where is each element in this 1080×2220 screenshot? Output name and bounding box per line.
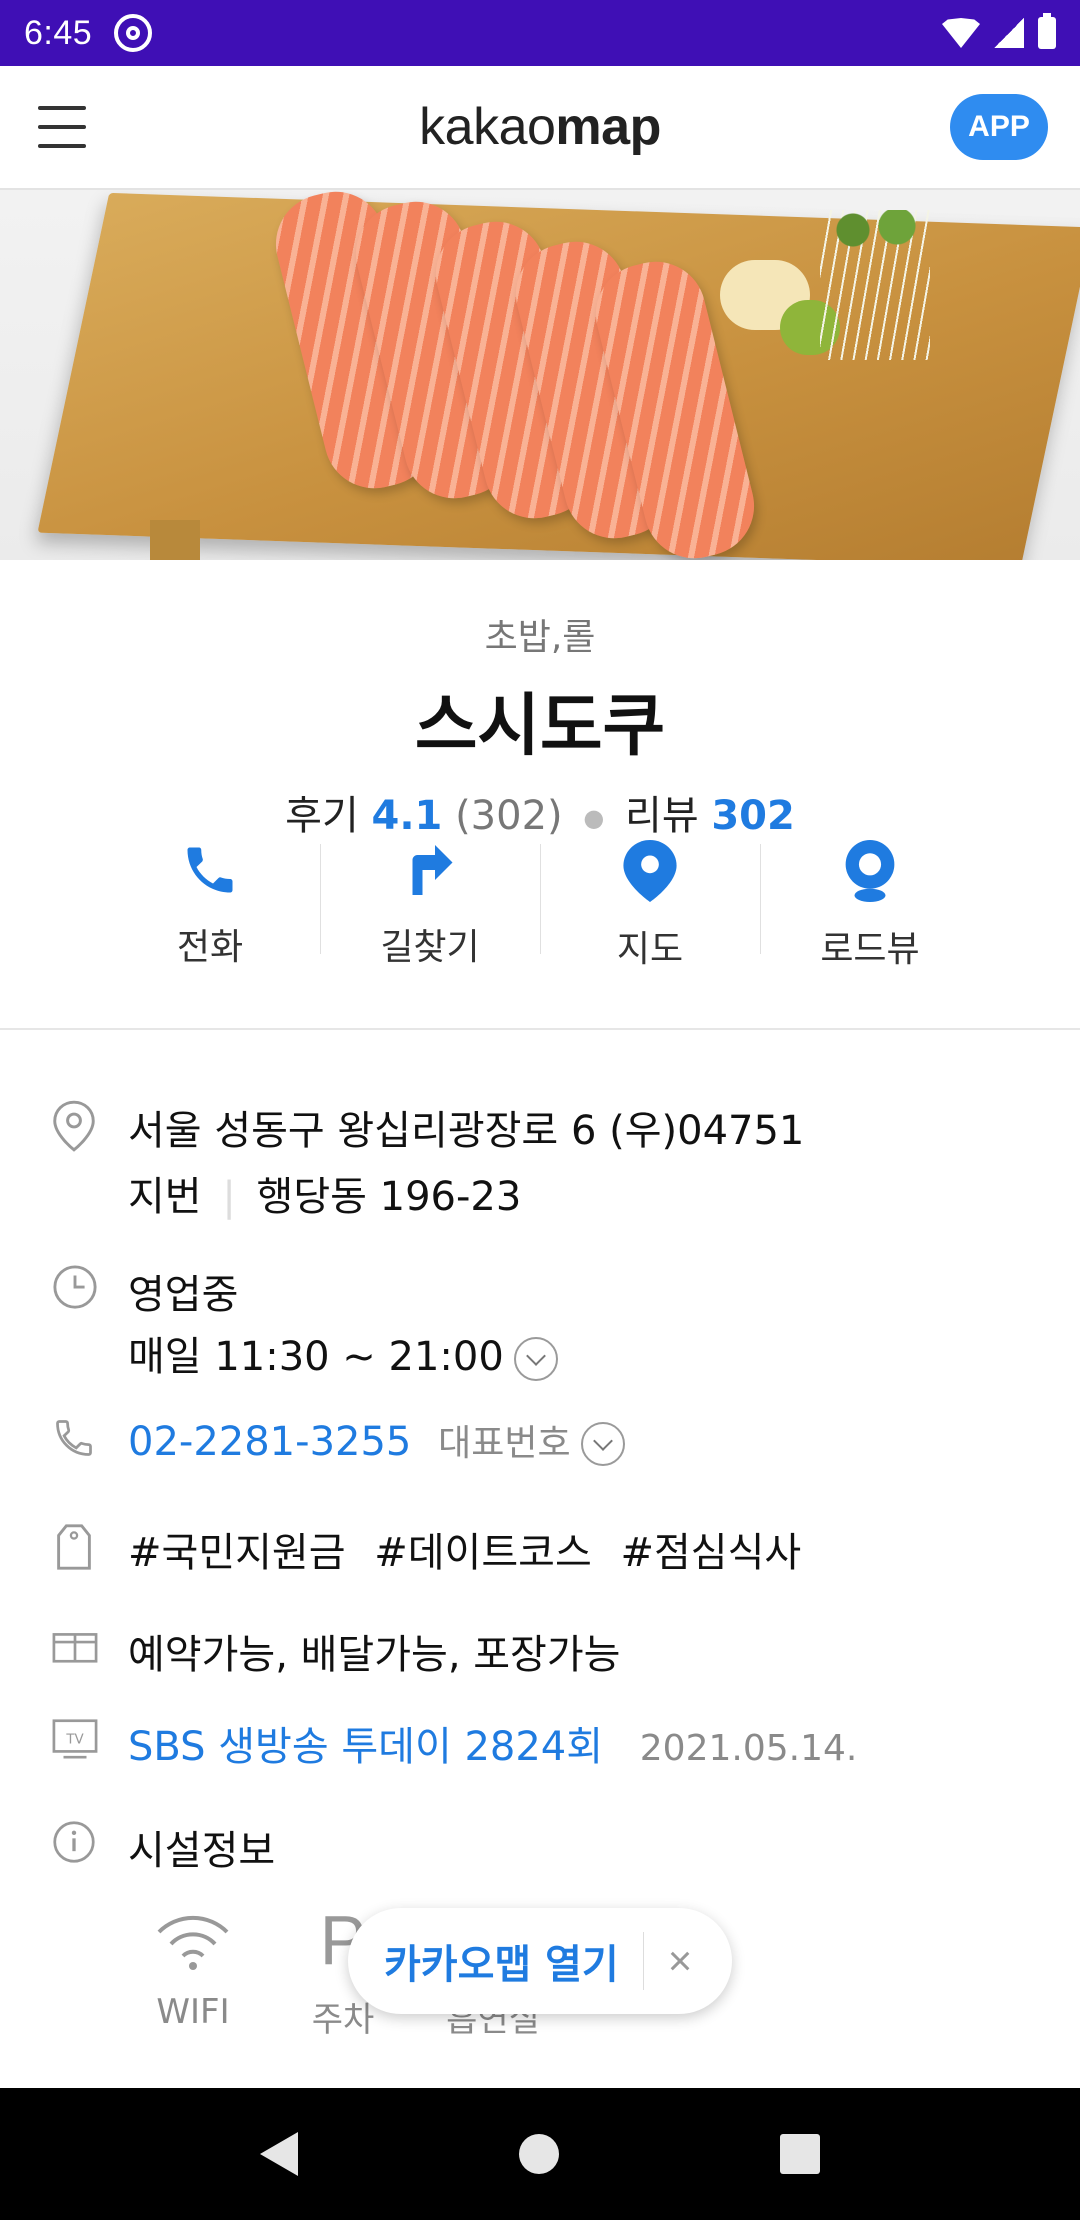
call-button[interactable]: 전화 — [100, 840, 320, 970]
lot-address: 행당동 196-23 — [256, 1174, 522, 1220]
tv-line[interactable]: SBS 생방송 투데이 2824회 2021.05.14. — [128, 1714, 857, 1772]
cellular-icon — [994, 18, 1024, 48]
close-icon[interactable]: × — [668, 1937, 693, 1985]
phone-type-label: 대표번호 — [438, 1423, 571, 1464]
notification-icon — [114, 14, 153, 52]
phone-outline-icon — [52, 1416, 100, 1464]
lot-label: 지번 — [128, 1174, 202, 1220]
tag-item[interactable]: #데이트코스 — [374, 1530, 592, 1576]
status-time: 6:45 — [24, 13, 93, 52]
phone-number[interactable]: 02-2281-3255 — [128, 1419, 411, 1465]
phone-icon — [180, 840, 240, 900]
review-label: 후기 — [285, 793, 359, 839]
back-icon[interactable] — [260, 2132, 299, 2176]
map-label: 지도 — [616, 929, 684, 970]
business-hours: 매일 11:30 ~ 21:00 — [128, 1334, 504, 1380]
directions-label: 길찾기 — [380, 927, 480, 968]
review-score: 4.1 — [371, 793, 443, 839]
map-pin-icon — [623, 840, 677, 902]
kakaomap-logo[interactable]: kakaomap — [419, 97, 661, 157]
rating-line[interactable]: 후기 4.1 (302) ● 리뷰 302 — [0, 783, 1080, 841]
facility-wifi: WIFI — [118, 1900, 268, 2041]
tag-item[interactable]: #점심식사 — [620, 1530, 801, 1576]
call-label: 전화 — [176, 927, 244, 968]
app-header: kakaomap APP — [0, 66, 1080, 190]
battery-icon — [1038, 13, 1056, 49]
logo-text-bold: map — [555, 98, 661, 156]
system-nav-bar — [0, 2088, 1080, 2220]
location-pin-icon — [52, 1100, 100, 1152]
action-bar: 전화 길찾기 지도 로드뷰 — [100, 840, 980, 970]
chevron-down-icon[interactable] — [513, 1337, 558, 1381]
services-text: 예약가능, 배달가능, 포장가능 — [128, 1632, 621, 1678]
roadview-label: 로드뷰 — [820, 929, 920, 970]
facility-label: WIFI — [156, 1992, 230, 2032]
tv-icon: TV — [52, 1716, 100, 1764]
blog-review-label: 리뷰 — [625, 793, 699, 839]
directions-button[interactable]: 길찾기 — [320, 840, 540, 970]
svg-text:TV: TV — [65, 1733, 84, 1748]
status-icons — [942, 13, 1056, 49]
tv-show-title[interactable]: SBS 생방송 투데이 2824회 — [128, 1724, 603, 1770]
tag-item[interactable]: #국민지원금 — [128, 1530, 346, 1576]
place-summary: 초밥,롤 스시도쿠 후기 4.1 (302) ● 리뷰 302 전화 길찾기 지… — [0, 560, 1080, 1030]
place-name: 스시도쿠 — [414, 687, 666, 766]
road-address[interactable]: 서울 성동구 왕십리광장로 6 (우)04751 — [128, 1098, 804, 1156]
wifi-icon — [118, 1900, 268, 1980]
roadview-button[interactable]: 로드뷰 — [760, 840, 980, 970]
roadview-icon — [843, 840, 897, 902]
tv-date: 2021.05.14. — [639, 1728, 858, 1769]
facility-title: 시설정보 — [128, 1828, 276, 1874]
status-bar: 6:45 — [0, 0, 1080, 66]
home-icon[interactable] — [518, 2134, 559, 2174]
directions-icon — [400, 840, 460, 900]
clock-icon — [52, 1264, 100, 1312]
open-status: 영업중 — [128, 1272, 239, 1318]
review-count: (302) — [455, 793, 563, 839]
map-button[interactable]: 지도 — [540, 840, 760, 970]
wifi-status-icon — [942, 18, 980, 48]
open-app-button[interactable]: APP — [950, 94, 1048, 160]
open-kakaomap-button[interactable]: 카카오맵 열기 — [384, 1932, 619, 1990]
recent-apps-icon[interactable] — [779, 2134, 820, 2174]
phone-line[interactable]: 02-2281-3255 대표번호 — [128, 1414, 625, 1466]
hours-line[interactable]: 매일 11:30 ~ 21:00 — [128, 1324, 558, 1382]
lot-address-line: 지번 | 행당동 196-23 — [128, 1174, 522, 1220]
place-category: 초밥,롤 — [484, 617, 596, 658]
tag-icon — [52, 1522, 100, 1570]
tag-list: #국민지원금 #데이트코스 #점심식사 — [128, 1520, 801, 1578]
open-kakaomap-pill: 카카오맵 열기 × — [348, 1908, 732, 2014]
logo-text-light: kakao — [419, 98, 556, 156]
menu-icon[interactable] — [38, 106, 86, 150]
gift-icon — [52, 1624, 100, 1672]
blog-review-count: 302 — [711, 793, 795, 839]
chevron-down-icon[interactable] — [580, 1422, 625, 1466]
info-icon — [52, 1820, 100, 1868]
place-photo[interactable] — [0, 190, 1080, 560]
